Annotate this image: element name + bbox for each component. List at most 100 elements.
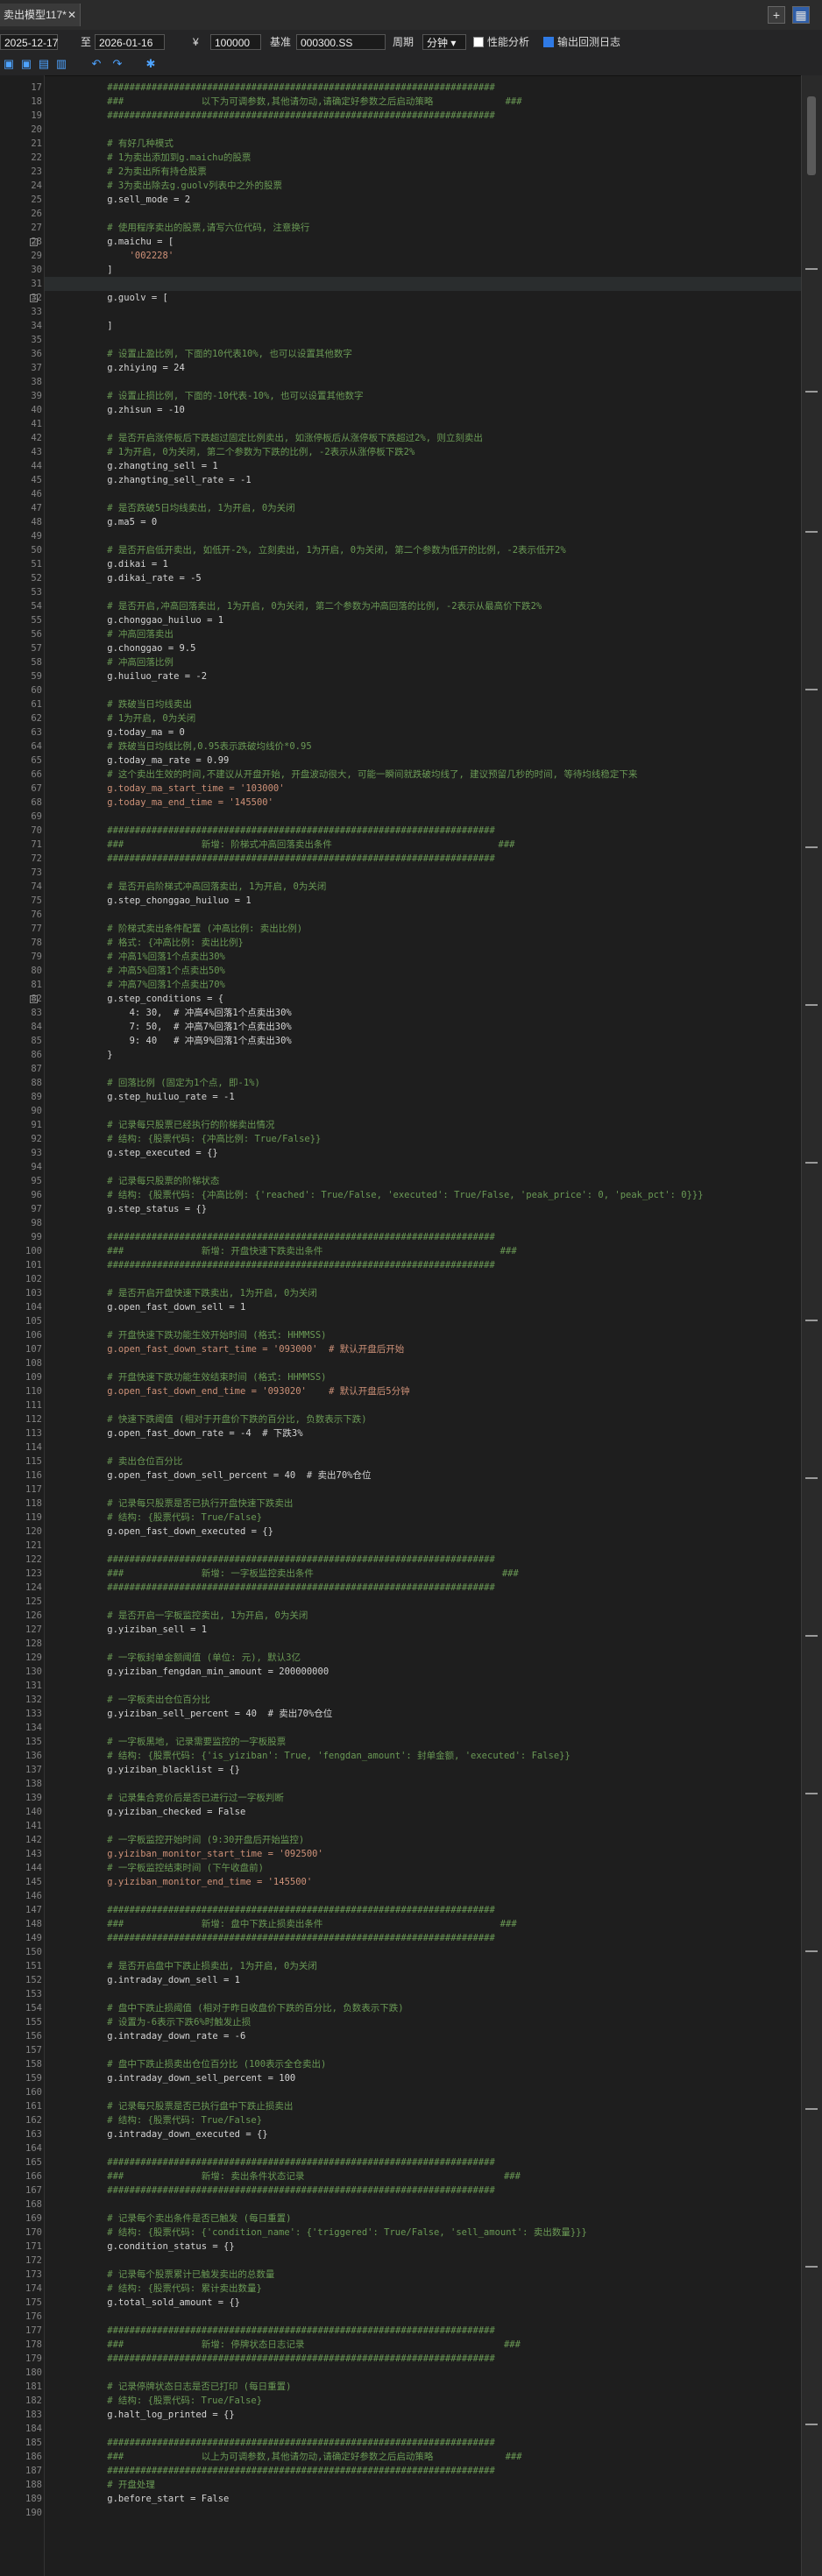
code-line[interactable]: # 结构: {股票代码: 累计卖出数量} — [45, 2282, 802, 2296]
code-line[interactable]: # 是否开启盘中下跌止损卖出, 1为开启, 0为关闭 — [45, 1959, 802, 1973]
code-line[interactable]: g.yiziban_monitor_start_time = '092500' — [45, 1847, 802, 1861]
code-line[interactable]: ########################################… — [45, 824, 802, 838]
code-line[interactable]: ### 新增: 一字板监控卖出条件 ### — [45, 1567, 802, 1581]
code-line[interactable]: g.dikai_rate = -5 — [45, 571, 802, 585]
code-line[interactable]: # 记录每只股票是否已执行盘中下跌止损卖出 — [45, 2099, 802, 2113]
code-line[interactable] — [45, 1595, 802, 1609]
code-line[interactable]: # 冲高1%回落1个点卖出30% — [45, 950, 802, 964]
code-line[interactable]: # 是否跌破5日均线卖出, 1为开启, 0为关闭 — [45, 501, 802, 515]
code-line[interactable]: g.chonggao_huiluo = 1 — [45, 613, 802, 627]
code-line[interactable] — [45, 2422, 802, 2436]
code-line[interactable]: g.before_start = False — [45, 2492, 802, 2506]
code-line[interactable]: ########################################… — [45, 2324, 802, 2338]
code-line[interactable] — [45, 1889, 802, 1903]
code-line[interactable]: ########################################… — [45, 1903, 802, 1917]
code-line[interactable] — [45, 2366, 802, 2380]
code-line[interactable]: ########################################… — [45, 852, 802, 866]
code-line[interactable]: g.intraday_down_executed = {} — [45, 2127, 802, 2141]
start-date-field[interactable]: 2025-12-17 — [0, 34, 58, 50]
code-area[interactable]: ########################################… — [44, 75, 802, 2576]
code-line[interactable]: ] — [45, 319, 802, 333]
code-line[interactable]: g.step_huiluo_rate = -1 — [45, 1090, 802, 1104]
code-line[interactable] — [45, 2043, 802, 2057]
code-line[interactable]: g.zhiying = 24 — [45, 361, 802, 375]
code-line[interactable]: # 是否开启开盘快速下跌卖出, 1为开启, 0为关闭 — [45, 1286, 802, 1300]
code-line[interactable] — [45, 1637, 802, 1651]
code-line[interactable]: ### 新增: 开盘快速下跌卖出条件 ### — [45, 1244, 802, 1258]
code-line[interactable]: ### 新增: 盘中下跌止损卖出条件 ### — [45, 1917, 802, 1931]
code-line[interactable]: # 一字板监控结束时间 (下午收盘前) — [45, 1861, 802, 1875]
code-line[interactable]: g.step_status = {} — [45, 1202, 802, 1216]
code-line[interactable]: # 是否开启一字板监控卖出, 1为开启, 0为关闭 — [45, 1609, 802, 1623]
code-line[interactable]: g.zhangting_sell_rate = -1 — [45, 473, 802, 487]
code-line[interactable]: g.maichu = [ — [45, 235, 802, 249]
code-line[interactable] — [45, 333, 802, 347]
code-line[interactable]: # 记录每个卖出条件是否已触发 (每日重置) — [45, 2212, 802, 2226]
code-line[interactable]: # 开盘快速下跌功能生效开始时间 (格式: HHMMSS) — [45, 1328, 802, 1342]
code-line[interactable]: ########################################… — [45, 2352, 802, 2366]
code-line[interactable]: # 结构: {股票代码: True/False} — [45, 1511, 802, 1525]
code-line[interactable]: # 记录每只股票的阶梯状态 — [45, 1174, 802, 1188]
code-line[interactable]: g.huiluo_rate = -2 — [45, 669, 802, 683]
code-line[interactable]: g.open_fast_down_start_time = '093000' #… — [45, 1342, 802, 1356]
code-line[interactable] — [45, 2141, 802, 2155]
code-line[interactable]: # 一字板卖出仓位百分比 — [45, 1693, 802, 1707]
code-line[interactable]: # 一字板监控开始时间 (9:30开盘后开始监控) — [45, 1833, 802, 1847]
code-line[interactable] — [45, 1398, 802, 1412]
code-line[interactable]: g.intraday_down_sell_percent = 100 — [45, 2071, 802, 2085]
save-icon[interactable]: ▣ — [2, 57, 16, 71]
scrollbar-thumb[interactable] — [807, 96, 816, 175]
code-line[interactable]: g.total_sold_amount = {} — [45, 2296, 802, 2310]
code-line[interactable] — [45, 375, 802, 389]
perf-checkbox-box[interactable] — [473, 37, 484, 47]
code-line[interactable]: # 记录每只股票是否已执行开盘快速下跌卖出 — [45, 1497, 802, 1511]
code-line[interactable] — [45, 487, 802, 501]
code-line[interactable] — [45, 2197, 802, 2212]
code-line[interactable]: # 格式: {冲高比例: 卖出比例} — [45, 936, 802, 950]
code-line[interactable]: # 阶梯式卖出条件配置 (冲高比例: 卖出比例) — [45, 922, 802, 936]
output-log-checkbox[interactable]: 输出回测日志 — [543, 34, 620, 50]
code-line[interactable] — [45, 1483, 802, 1497]
code-line[interactable]: g.condition_status = {} — [45, 2240, 802, 2254]
code-line[interactable] — [45, 866, 802, 880]
code-line[interactable]: # 一字板黑地, 记录需要监控的一字板股票 — [45, 1735, 802, 1749]
code-line[interactable]: # 使用程序卖出的股票,请写六位代码, 注意换行 — [45, 221, 802, 235]
tab-sell-model[interactable]: 卖出模型117* ✕ — [0, 4, 81, 26]
code-line[interactable] — [45, 1819, 802, 1833]
code-line[interactable]: } — [45, 1048, 802, 1062]
code-line[interactable] — [45, 207, 802, 221]
code-line[interactable]: g.zhisun = -10 — [45, 403, 802, 417]
code-line[interactable]: # 冲高5%回落1个点卖出50% — [45, 964, 802, 978]
code-line[interactable]: g.intraday_down_rate = -6 — [45, 2029, 802, 2043]
code-line[interactable]: # 快速下跌阈值 (相对于开盘价下跌的百分比, 负数表示下跌) — [45, 1412, 802, 1426]
code-line[interactable]: g.step_conditions = { — [45, 992, 802, 1006]
code-line[interactable]: # 一字板封单金额阈值 (单位: 元), 默认3亿 — [45, 1651, 802, 1665]
code-line[interactable]: # 回落比例 (固定为1个点, 即-1%) — [45, 1076, 802, 1090]
code-line[interactable]: g.yiziban_monitor_end_time = '145500' — [45, 1875, 802, 1889]
code-line[interactable]: # 1为卖出添加到g.maichu的股票 — [45, 151, 802, 165]
code-line[interactable]: g.step_chonggao_huiluo = 1 — [45, 894, 802, 908]
code-line[interactable]: g.today_ma_end_time = '145500' — [45, 796, 802, 810]
code-line[interactable] — [45, 908, 802, 922]
code-line[interactable] — [45, 1945, 802, 1959]
benchmark-input[interactable]: 000300.SS — [296, 34, 386, 50]
code-line[interactable]: g.yiziban_blacklist = {} — [45, 1763, 802, 1777]
code-line[interactable]: g.today_ma_start_time = '103000' — [45, 782, 802, 796]
code-line[interactable] — [45, 1160, 802, 1174]
code-line[interactable]: g.yiziban_sell_percent = 40 # 卖出70%仓位 — [45, 1707, 802, 1721]
code-line[interactable]: ########################################… — [45, 1230, 802, 1244]
code-line[interactable]: # 卖出仓位百分比 — [45, 1454, 802, 1468]
code-line[interactable]: g.halt_log_printed = {} — [45, 2408, 802, 2422]
code-line[interactable] — [45, 585, 802, 599]
code-line[interactable]: ########################################… — [45, 2464, 802, 2478]
settings-icon[interactable]: ✱ — [144, 57, 158, 71]
code-line[interactable] — [45, 1216, 802, 1230]
code-line[interactable]: # 结构: {股票代码: {'condition_name': {'trigge… — [45, 2226, 802, 2240]
code-line[interactable]: g.sell_mode = 2 — [45, 193, 802, 207]
code-line[interactable]: ########################################… — [45, 1931, 802, 1945]
code-line[interactable]: g.step_executed = {} — [45, 1146, 802, 1160]
code-line[interactable]: 9: 40 # 冲高9%回落1个点卖出30% — [45, 1034, 802, 1048]
code-line[interactable]: g.yiziban_sell = 1 — [45, 1623, 802, 1637]
code-line[interactable]: # 这个卖出生效的时间,不建议从开盘开始, 开盘波动很大, 可能一瞬间就跌破均线… — [45, 768, 802, 782]
code-line[interactable]: ########################################… — [45, 1553, 802, 1567]
